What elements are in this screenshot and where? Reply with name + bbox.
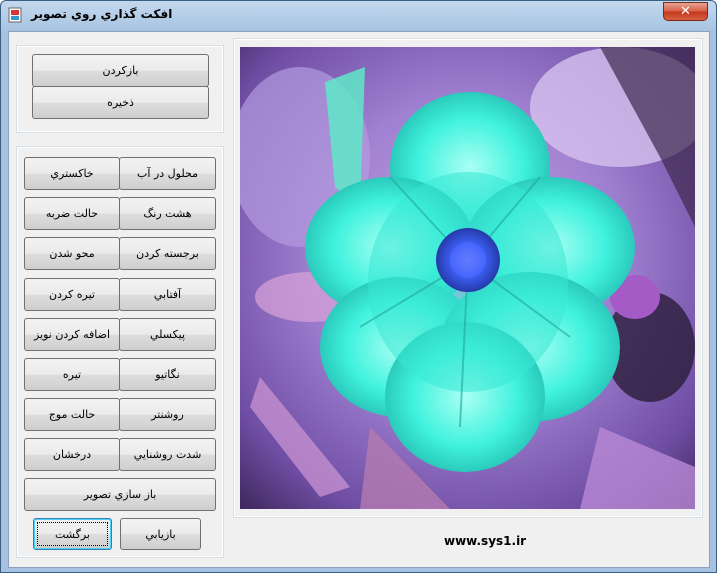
wave-button[interactable]: حالت موج	[24, 398, 120, 431]
grayscale-button[interactable]: خاکستري	[24, 157, 120, 190]
emboss-button[interactable]: برجسته کردن	[119, 237, 216, 270]
back-button[interactable]: برگشت	[33, 518, 112, 550]
close-button[interactable]: ✕	[663, 2, 708, 21]
window-title: افکت گذاري روي تصوير	[31, 7, 173, 21]
brightness-intensity-button[interactable]: شدت روشنايي	[119, 438, 216, 471]
open-button[interactable]: بازکردن	[32, 54, 209, 87]
app-icon	[8, 7, 22, 23]
eight-color-button[interactable]: هشت رنگ	[119, 197, 216, 230]
glow-button[interactable]: درخشان	[24, 438, 120, 471]
add-noise-button[interactable]: اضافه کردن نويز	[24, 318, 120, 351]
solarize-button[interactable]: آفتابي	[119, 278, 216, 311]
blur-button[interactable]: محو شدن	[24, 237, 120, 270]
inverted-flower-image	[240, 47, 695, 509]
reconstruct-image-button[interactable]: باز سازي تصوير	[24, 478, 216, 511]
brighten-button[interactable]: روشنتر	[119, 398, 216, 431]
save-button[interactable]: ذخيره	[32, 86, 209, 119]
website-label[interactable]: www.sys1.ir	[444, 534, 526, 548]
recover-button[interactable]: بازيابي	[120, 518, 201, 550]
negative-button[interactable]: نگاتيو	[119, 358, 216, 391]
dark-button[interactable]: تيره	[24, 358, 120, 391]
darken-button[interactable]: تيره کردن	[24, 278, 120, 311]
watercolor-button[interactable]: محلول در آب	[119, 157, 216, 190]
title-bar[interactable]: افکت گذاري روي تصوير ✕	[1, 1, 716, 31]
impact-button[interactable]: حالت ضربه	[24, 197, 120, 230]
pixelate-button[interactable]: پيکسلي	[119, 318, 216, 351]
